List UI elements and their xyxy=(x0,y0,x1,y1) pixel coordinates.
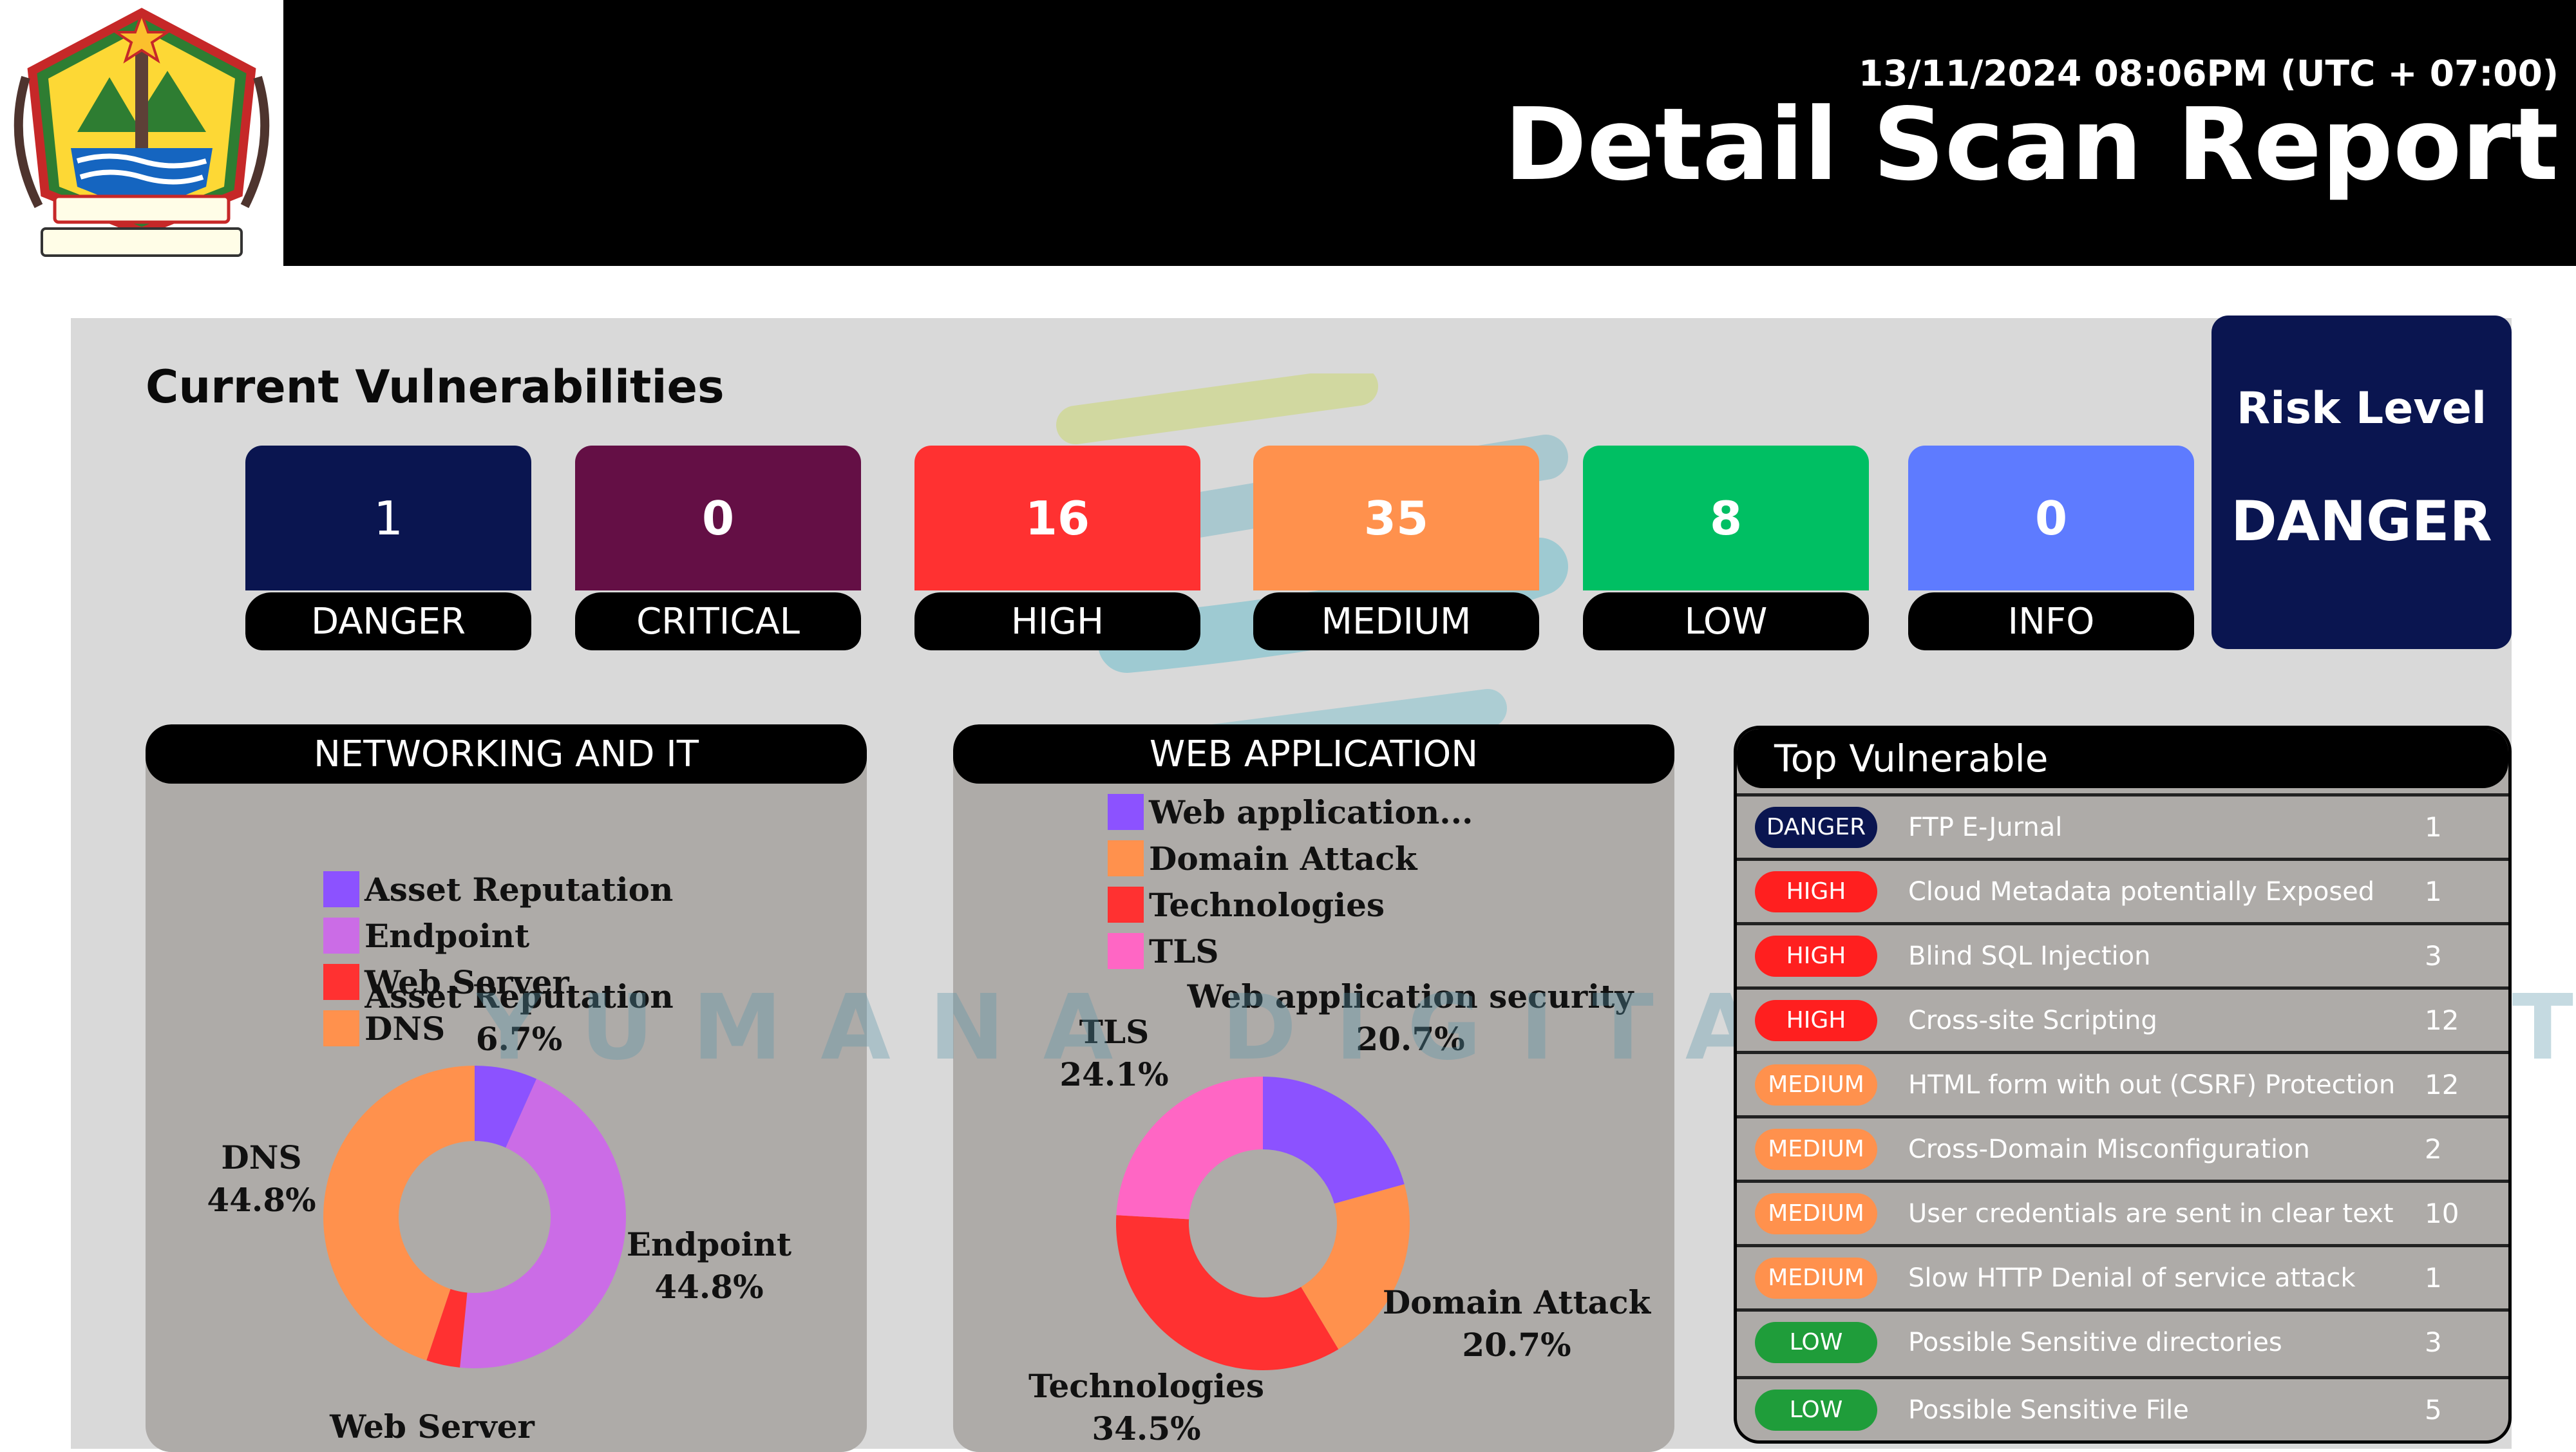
vulnerability-name: Cloud Metadata potentially Exposed xyxy=(1908,876,2375,907)
severity-badge: LOW xyxy=(1755,1321,1877,1363)
high-label: HIGH xyxy=(914,592,1200,650)
slice-percent-label: 34.5% xyxy=(1092,1410,1200,1447)
vulnerability-row[interactable]: HIGH Blind SQL Injection 3 xyxy=(1737,922,2508,986)
severity-badge: LOW xyxy=(1755,1389,1877,1431)
vulnerability-name: Blind SQL Injection xyxy=(1908,941,2151,971)
risk-level-value: DANGER xyxy=(2231,489,2492,554)
vulnerability-row[interactable]: LOW Possible Sensitive directories 3 xyxy=(1737,1308,2508,1373)
page-title: Detail Scan Report xyxy=(1504,86,2559,203)
vulnerability-row[interactable]: HIGH Cloud Metadata potentially Exposed 1 xyxy=(1737,858,2508,922)
vulnerability-row[interactable]: DANGER FTP E-Jurnal 1 xyxy=(1737,793,2508,858)
info-count: 0 xyxy=(1908,446,2194,590)
vulnerability-row[interactable]: HIGH Cross-site Scripting 12 xyxy=(1737,986,2508,1051)
critical-count: 0 xyxy=(575,446,861,590)
webapp-donut-chart: Web application security20.7%Domain Atta… xyxy=(1028,977,1652,1447)
low-count: 8 xyxy=(1583,446,1869,590)
medium-card: 35 MEDIUM xyxy=(1253,446,1539,650)
vulnerability-count: 5 xyxy=(2425,1394,2442,1426)
vulnerability-count: 12 xyxy=(2425,1069,2459,1100)
vulnerability-row[interactable]: MEDIUM User credentials are sent in clear… xyxy=(1737,1180,2508,1244)
severity-badge: MEDIUM xyxy=(1755,1064,1877,1106)
slice-category-label: Technologies xyxy=(1028,1367,1264,1405)
vulnerability-name: Cross-Domain Misconfiguration xyxy=(1908,1134,2310,1164)
jawa-tengah-emblem-icon xyxy=(14,8,270,257)
vulnerability-count: 3 xyxy=(2425,1326,2442,1358)
vulnerability-name: User credentials are sent in clear text xyxy=(1908,1198,2394,1229)
donut-slice-tls xyxy=(1116,1077,1263,1220)
slice-category-label: DNS xyxy=(221,1138,301,1176)
severity-badge: HIGH xyxy=(1755,999,1877,1041)
slice-percent-label: 44.8% xyxy=(207,1181,316,1219)
severity-badge: MEDIUM xyxy=(1755,1193,1877,1234)
vulnerability-name: Possible Sensitive File xyxy=(1908,1395,2189,1425)
high-count: 16 xyxy=(914,446,1200,590)
risk-level-box: Risk Level DANGER xyxy=(2211,316,2512,649)
severity-badge: HIGH xyxy=(1755,871,1877,912)
current-vulnerabilities-title: Current Vulnerabilities xyxy=(146,361,724,413)
vulnerability-name: Possible Sensitive directories xyxy=(1908,1327,2282,1357)
danger-card: 1 DANGER xyxy=(245,446,531,650)
top-vulnerable-title: Top Vulnerable xyxy=(1737,729,2508,788)
slice-category-label: Web Server xyxy=(329,1408,535,1446)
networking-chart-panel: NETWORKING AND IT Asset Reputation Endpo… xyxy=(146,724,867,1452)
vulnerability-row[interactable]: MEDIUM Cross-Domain Misconfiguration 2 xyxy=(1737,1115,2508,1180)
low-card: 8 LOW xyxy=(1583,446,1869,650)
vulnerability-count: 1 xyxy=(2425,1262,2442,1294)
vulnerability-count: 1 xyxy=(2425,811,2442,843)
medium-label: MEDIUM xyxy=(1253,592,1539,650)
vulnerability-row[interactable]: MEDIUM HTML form with out (CSRF) Protecti… xyxy=(1737,1051,2508,1115)
vulnerability-count: 3 xyxy=(2425,940,2442,972)
top-vulnerable-panel: Top Vulnerable DANGER FTP E-Jurnal 1 HIGH Cl… xyxy=(1734,726,2512,1444)
vulnerability-row[interactable]: LOW Possible Sensitive File 5 xyxy=(1737,1376,2508,1440)
severity-badge: DANGER xyxy=(1755,806,1877,848)
webapp-chart-panel: WEB APPLICATION Web application... Domai… xyxy=(953,724,1674,1452)
severity-badge: HIGH xyxy=(1755,935,1877,977)
low-label: LOW xyxy=(1583,592,1869,650)
info-label: INFO xyxy=(1908,592,2194,650)
danger-label: DANGER xyxy=(245,592,531,650)
vulnerability-name: Slow HTTP Denial of service attack xyxy=(1908,1263,2356,1293)
critical-label: CRITICAL xyxy=(575,592,861,650)
risk-level-title: Risk Level xyxy=(2236,383,2487,434)
critical-card: 0 CRITICAL xyxy=(575,446,861,650)
vulnerability-count: 2 xyxy=(2425,1133,2442,1165)
vulnerability-name: HTML form with out (CSRF) Protection xyxy=(1908,1070,2396,1100)
logo xyxy=(0,0,283,266)
donut-slice-web-application-security xyxy=(1263,1077,1405,1204)
slice-percent-label: 20.7% xyxy=(1462,1326,1571,1364)
vulnerability-count: 10 xyxy=(2425,1198,2459,1229)
vulnerability-count: 12 xyxy=(2425,1004,2459,1036)
high-card: 16 HIGH xyxy=(914,446,1200,650)
info-card: 0 INFO xyxy=(1908,446,2194,650)
networking-donut-chart: Asset Reputation6.7%Endpoint44.8%Web Ser… xyxy=(207,977,791,1452)
vulnerability-name: Cross-site Scripting xyxy=(1908,1005,2157,1035)
slice-category-label: Endpoint xyxy=(627,1225,791,1263)
slice-percent-label: 44.8% xyxy=(654,1268,763,1306)
danger-count: 1 xyxy=(245,446,531,590)
slice-category-label: Domain Attack xyxy=(1383,1283,1652,1321)
vulnerability-name: FTP E-Jurnal xyxy=(1908,812,2063,842)
severity-badge: MEDIUM xyxy=(1755,1257,1877,1299)
vulnerability-count: 1 xyxy=(2425,876,2442,907)
medium-count: 35 xyxy=(1253,446,1539,590)
vulnerability-row[interactable]: MEDIUM Slow HTTP Denial of service attack… xyxy=(1737,1244,2508,1308)
severity-badge: MEDIUM xyxy=(1755,1128,1877,1170)
